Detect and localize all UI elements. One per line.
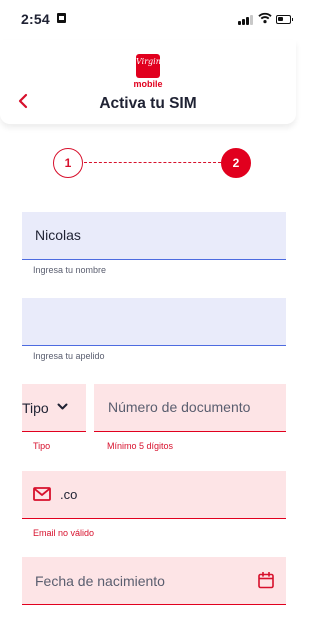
fecha-field[interactable]: Fecha de nacimiento xyxy=(22,557,286,605)
mail-icon xyxy=(33,487,51,501)
battery-icon xyxy=(276,15,293,24)
tipo-select[interactable]: Tipo xyxy=(22,384,86,432)
apellido-helper: Ingresa tu apelido xyxy=(33,351,105,361)
step-2: 2 xyxy=(221,148,251,178)
documento-placeholder: Número de documento xyxy=(108,399,251,415)
documento-helper: Mínimo 5 dígitos xyxy=(107,441,174,451)
email-value: .co xyxy=(60,487,78,502)
nombre-value: Nicolas xyxy=(35,227,81,243)
email-field[interactable]: .co xyxy=(22,471,286,519)
logo-subtext: mobile xyxy=(133,79,163,89)
documento-field[interactable]: Número de documento xyxy=(94,384,286,432)
step-connector xyxy=(84,162,221,163)
app-header: Virgin mobile Activa tu SIM xyxy=(0,40,296,124)
chevron-down-icon xyxy=(57,403,68,410)
calendar-icon[interactable] xyxy=(258,572,274,589)
progress-stepper: 1 2 xyxy=(0,148,296,178)
fecha-placeholder: Fecha de nacimiento xyxy=(35,573,165,589)
virgin-logo: Virgin xyxy=(136,54,161,78)
apellido-field[interactable] xyxy=(22,298,286,346)
status-time: 2:54 xyxy=(21,11,50,27)
wifi-icon xyxy=(258,12,272,24)
tipo-label: Tipo xyxy=(22,400,49,416)
page-title: Activa tu SIM xyxy=(99,95,197,112)
status-bar: 2:54 xyxy=(0,0,296,40)
logo-text: Virgin xyxy=(136,57,161,66)
step-1: 1 xyxy=(53,148,83,178)
nombre-field[interactable]: Nicolas xyxy=(22,212,286,260)
signal-icon xyxy=(238,15,254,25)
nombre-helper: Ingresa tu nombre xyxy=(33,265,107,275)
sim-icon xyxy=(57,13,66,23)
email-helper: Email no válido xyxy=(33,528,95,538)
tipo-helper: Tipo xyxy=(33,441,51,451)
